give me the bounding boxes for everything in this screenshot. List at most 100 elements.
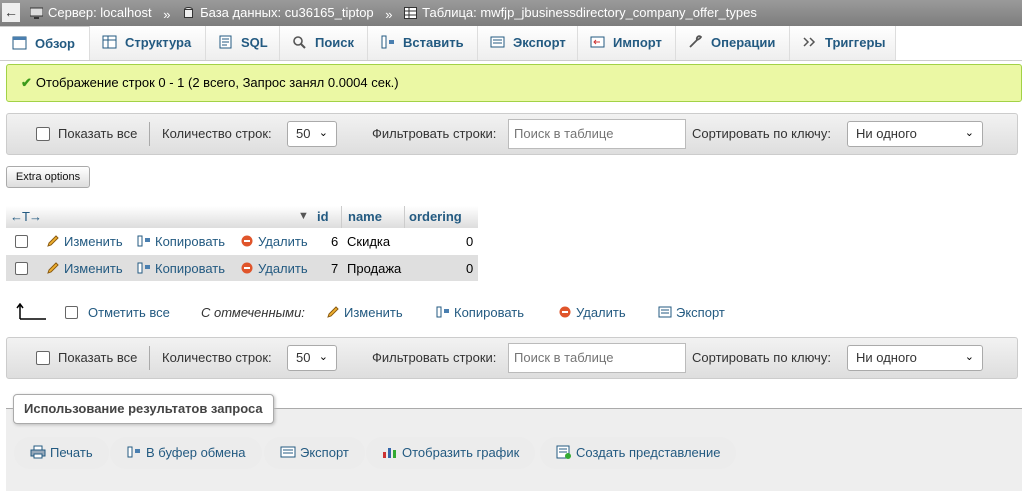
- bulk-export-label: Экспорт: [676, 305, 725, 320]
- cell-name: Продажа: [347, 261, 402, 276]
- rows-count-select[interactable]: 50 ⌄: [287, 345, 337, 371]
- show-all-checkbox[interactable]: [36, 351, 50, 365]
- row-copy-link[interactable]: Копировать: [137, 234, 225, 249]
- bulk-copy-label: Копировать: [454, 305, 524, 320]
- display-chart-button[interactable]: Отобразить график: [366, 437, 536, 469]
- show-all-label[interactable]: Показать все: [58, 126, 137, 141]
- success-message: ✔ Отображение строк 0 - 1 (2 всего, Запро…: [6, 64, 1022, 102]
- cell-id: 7: [331, 261, 339, 276]
- print-button[interactable]: Печать: [14, 437, 109, 469]
- rows-count-value: 50: [296, 350, 311, 365]
- tab-structure[interactable]: Структура: [90, 26, 206, 60]
- breadcrumb-table[interactable]: Таблица: mwfjp_jbusinessdirectory_compan…: [404, 5, 757, 20]
- bulk-delete-button[interactable]: Удалить: [558, 305, 626, 320]
- tab-import[interactable]: Импорт: [578, 26, 676, 60]
- print-button-label: Печать: [50, 445, 93, 460]
- bulk-export-button[interactable]: Экспорт: [658, 305, 725, 320]
- row-delete-link[interactable]: Удалить: [240, 261, 308, 276]
- structure-icon: [102, 35, 117, 49]
- tab-search[interactable]: Поиск: [280, 26, 368, 60]
- extra-options-button[interactable]: Extra options: [6, 166, 90, 188]
- tab-triggers-label: Триггеры: [825, 35, 886, 50]
- row-edit-link[interactable]: Изменить: [46, 261, 123, 276]
- table-row: Изменить Копировать Удалить 6 Скидка 0: [6, 228, 478, 254]
- tab-sql[interactable]: SQL: [206, 26, 280, 60]
- export-results-button[interactable]: Экспорт: [264, 437, 365, 469]
- server-icon: [30, 7, 43, 19]
- chevron-down-icon: ⌄: [964, 351, 974, 363]
- query-results-legend: Использование результатов запроса: [13, 394, 274, 424]
- sort-by-key-select[interactable]: Ни одного ⌄: [847, 121, 983, 147]
- bulk-edit-button[interactable]: Изменить: [326, 305, 403, 320]
- tab-export-label: Экспорт: [513, 35, 566, 50]
- row-copy-label: Копировать: [155, 261, 225, 276]
- sort-by-key-select[interactable]: Ни одного ⌄: [847, 345, 983, 371]
- tab-export[interactable]: Экспорт: [478, 26, 578, 60]
- tab-triggers[interactable]: Триггеры: [790, 26, 896, 60]
- filter-rows-input[interactable]: Поиск в таблице: [508, 343, 686, 373]
- cell-ordering: 0: [466, 261, 474, 276]
- breadcrumb-database[interactable]: База данных: cu36165_tiptop: [182, 5, 374, 20]
- divider: [149, 122, 150, 146]
- bulk-copy-button[interactable]: Копировать: [436, 305, 524, 320]
- pencil-icon: [47, 262, 59, 274]
- chevron-down-icon: ⌄: [318, 351, 328, 363]
- row-edit-label: Изменить: [64, 261, 123, 276]
- tab-browse[interactable]: Обзор: [0, 26, 90, 60]
- pencil-icon: [327, 306, 339, 318]
- column-header-name[interactable]: name: [348, 209, 382, 224]
- copy-to-clipboard-button[interactable]: В буфер обмена: [110, 437, 262, 469]
- show-all-label[interactable]: Показать все: [58, 350, 137, 365]
- breadcrumb-separator: »: [385, 6, 393, 22]
- display-chart-label: Отобразить график: [402, 445, 520, 460]
- sort-by-key-label: Сортировать по ключу:: [692, 350, 831, 365]
- row-edit-link[interactable]: Изменить: [46, 234, 123, 249]
- rows-count-select[interactable]: 50 ⌄: [287, 121, 337, 147]
- rows-count-label: Количество строк:: [162, 126, 272, 141]
- copy-icon: [137, 262, 150, 274]
- search-icon: [293, 36, 306, 49]
- check-all-label[interactable]: Отметить все: [88, 305, 170, 320]
- filter-rows-placeholder: Поиск в таблице: [514, 350, 614, 365]
- column-arrows-icon[interactable]: ←T→: [10, 209, 42, 224]
- create-view-icon: [556, 445, 571, 459]
- sql-icon: [219, 35, 232, 49]
- row-copy-link[interactable]: Копировать: [137, 261, 225, 276]
- sort-down-icon[interactable]: ▼: [298, 210, 309, 222]
- breadcrumb-server[interactable]: Сервер: localhost: [30, 5, 152, 20]
- tab-operations[interactable]: Операции: [676, 26, 790, 60]
- breadcrumb: ← Сервер: localhost » База данных: cu361…: [0, 0, 1022, 26]
- row-checkbox[interactable]: [15, 262, 28, 275]
- filter-rows-input[interactable]: Поиск в таблице: [508, 119, 686, 149]
- breadcrumb-database-label: База данных: cu36165_tiptop: [200, 5, 374, 20]
- column-header-id[interactable]: id: [317, 209, 329, 224]
- check-all-checkbox[interactable]: [65, 306, 78, 319]
- back-arrow-icon[interactable]: ←: [2, 3, 20, 22]
- column-header-ordering[interactable]: ordering: [409, 209, 462, 224]
- row-delete-link[interactable]: Удалить: [240, 234, 308, 249]
- create-view-button[interactable]: Создать представление: [540, 437, 737, 469]
- bar-chart-icon: [383, 448, 396, 458]
- cell-id: 6: [331, 234, 339, 249]
- row-checkbox[interactable]: [15, 235, 28, 248]
- with-selected-label: С отмеченными:: [201, 305, 305, 320]
- tab-insert[interactable]: Вставить: [368, 26, 478, 60]
- row-copy-label: Копировать: [155, 234, 225, 249]
- navigation-bar-bottom: Показать все Количество строк: 50 ⌄ Филь…: [6, 337, 1018, 379]
- row-delete-label: Удалить: [258, 261, 308, 276]
- import-icon: [590, 36, 605, 48]
- copy-to-clipboard-label: В буфер обмена: [146, 445, 246, 460]
- triggers-icon: [803, 37, 816, 47]
- row-delete-label: Удалить: [258, 234, 308, 249]
- filter-rows-label: Фильтровать строки:: [372, 126, 497, 141]
- delete-icon: [241, 235, 253, 247]
- tab-operations-label: Операции: [711, 35, 776, 50]
- show-all-checkbox[interactable]: [36, 127, 50, 141]
- row-edit-label: Изменить: [64, 234, 123, 249]
- tab-browse-label: Обзор: [35, 36, 75, 51]
- chevron-down-icon: ⌄: [964, 127, 974, 139]
- bulk-delete-label: Удалить: [576, 305, 626, 320]
- export-icon: [658, 306, 672, 318]
- copy-icon: [137, 235, 150, 247]
- rows-count-label: Количество строк:: [162, 350, 272, 365]
